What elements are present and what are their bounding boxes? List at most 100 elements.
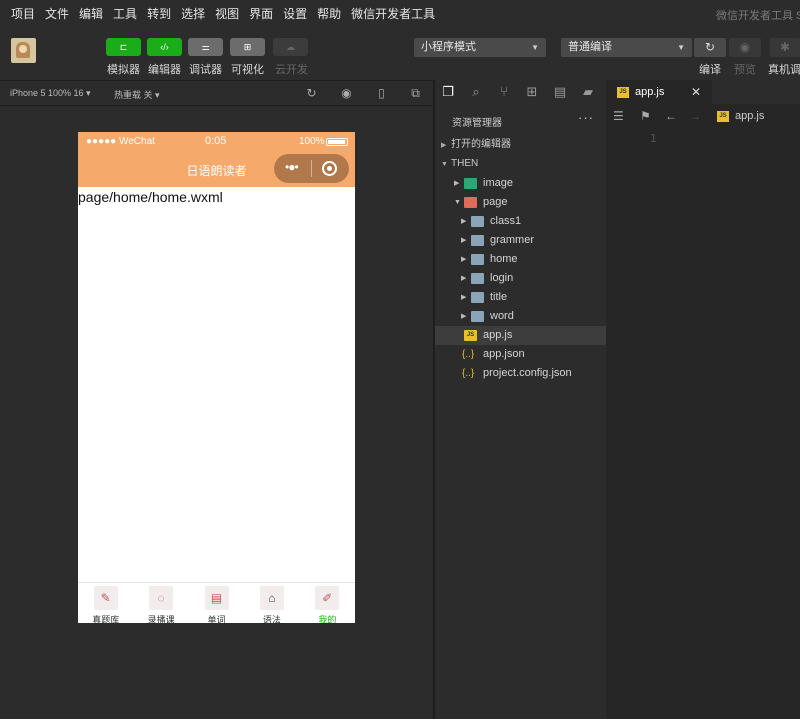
battery-icon (326, 138, 348, 146)
compile-select[interactable]: 普通编译 ▼ (561, 38, 692, 57)
tree-item-label: page (483, 196, 508, 208)
tree-item-class1[interactable]: ▶ class1 (435, 212, 607, 231)
tree-item-project-config[interactable]: {..} project.config.json (435, 364, 607, 383)
folder-icon (471, 273, 484, 284)
docker-icon[interactable]: ▰ (580, 84, 596, 100)
lightbulb-icon: ◌ (149, 586, 174, 610)
storage-icon[interactable]: ▤ (552, 84, 568, 100)
tab-question-bank[interactable]: ✎ 真题库 (78, 583, 133, 623)
realdevice-button[interactable]: ✱ (770, 38, 800, 57)
tab-icon-glyph: ⌂ (268, 591, 276, 605)
menu-item-tools[interactable]: 工具 (113, 5, 137, 22)
preview-button[interactable]: ◉ (729, 38, 761, 57)
device-select[interactable]: iPhone 5 100% 16 ▾ (10, 88, 91, 99)
hotreload-select[interactable]: 热重载 关 ▾ (114, 88, 160, 101)
main-toolbar: ⊏ 模拟器 ‹/› 编辑器 ⚌ 调试器 ⊞ 可视化 ☁ 云开发 小程序模式 ▼ … (0, 26, 800, 80)
realdevice-label: 真机调 (768, 64, 800, 76)
avatar-face (19, 45, 27, 53)
explorer-title: 资源管理器 (452, 118, 502, 129)
chevron-right-icon: ▶ (454, 180, 460, 187)
menu-item-help[interactable]: 帮助 (317, 5, 341, 22)
tab-icon-glyph: ◌ (157, 591, 165, 605)
editor-breadcrumb: ☰ ⚑ ← → JS app.js (606, 104, 800, 128)
menu-item-project[interactable]: 项目 (11, 5, 35, 22)
tree-item-title[interactable]: ▶ title (435, 288, 607, 307)
editor-button[interactable]: ‹/› (147, 38, 182, 56)
page-path-text: page/home/home.wxml (78, 189, 223, 205)
extensions-icon[interactable]: ⊞ (524, 84, 540, 100)
chevron-down-icon: ▼ (531, 43, 539, 52)
folder-icon (471, 292, 484, 303)
tab-mine[interactable]: ✐ 我的 (300, 583, 355, 623)
preview-label: 预览 (734, 64, 756, 76)
debugger-label: 调试器 (189, 64, 222, 76)
chevron-right-icon: ▶ (461, 237, 467, 244)
editor-tabs: JS app.js ✕ (606, 80, 800, 104)
record-icon[interactable]: ◉ (340, 87, 353, 100)
tree-item-app-js[interactable]: JS app.js (435, 326, 607, 345)
graduation-cap-icon: ⌂ (259, 586, 284, 610)
json-file-icon: {..} (462, 368, 475, 379)
carrier-text: ●●●●● WeChat (86, 136, 155, 147)
list-icon[interactable]: ☰ (613, 109, 624, 123)
chevron-right-icon: ▶ (461, 256, 467, 263)
tab-label: 单词 (207, 615, 226, 623)
window-icon[interactable]: ⧉ (409, 87, 422, 100)
search-icon[interactable]: ⌕ (468, 84, 484, 100)
tree-item-label: word (490, 310, 514, 322)
debugger-button[interactable]: ⚌ (188, 38, 223, 56)
source-control-icon[interactable]: ⑂ (496, 84, 512, 100)
eye-icon: ◉ (739, 40, 751, 54)
cloud-label: 云开发 (275, 64, 308, 76)
tab-recorded-course[interactable]: ◌ 录播课 (133, 583, 188, 623)
menu-item-interface[interactable]: 界面 (249, 5, 273, 22)
editor-tab-app-js[interactable]: JS app.js ✕ (606, 80, 712, 104)
tree-item-grammer[interactable]: ▶ grammer (435, 231, 607, 250)
menu-item-view[interactable]: 视图 (215, 5, 239, 22)
open-editors-section[interactable]: ▶ 打开的编辑器 (435, 136, 607, 154)
visual-button[interactable]: ⊞ (230, 38, 265, 56)
compile-button[interactable]: ↻ (694, 38, 726, 57)
menu-item-settings[interactable]: 设置 (283, 5, 307, 22)
battery-text: 100% (299, 136, 325, 147)
chevron-down-icon: ▼ (677, 43, 685, 52)
menu-item-edit[interactable]: 编辑 (79, 5, 103, 22)
close-icon[interactable]: ✕ (691, 85, 701, 99)
tab-vocabulary[interactable]: ▤ 单词 (189, 583, 244, 623)
more-actions-icon[interactable]: ··· (578, 110, 594, 125)
menu-item-goto[interactable]: 转到 (147, 5, 171, 22)
tree-item-login[interactable]: ▶ login (435, 269, 607, 288)
tree-item-word[interactable]: ▶ word (435, 307, 607, 326)
tree-item-label: app.js (483, 329, 513, 341)
tree-item-app-json[interactable]: {..} app.json (435, 345, 607, 364)
back-arrow-icon[interactable]: ← (665, 109, 677, 123)
tree-item-label: home (490, 253, 518, 265)
tab-label: 我的 (318, 615, 337, 623)
avatar[interactable] (11, 38, 36, 63)
tree-item-home[interactable]: ▶ home (435, 250, 607, 269)
open-editors-label: 打开的编辑器 (451, 139, 511, 150)
phone-icon[interactable]: ▯ (375, 87, 388, 100)
simulator-toolbar: iPhone 5 100% 16 ▾ 热重载 关 ▾ ↻ ◉ ▯ ⧉ (0, 80, 433, 106)
menu-item-select[interactable]: 选择 (181, 5, 205, 22)
project-section[interactable]: ▼ THEN (435, 155, 607, 173)
menu-item-devtools[interactable]: 微信开发者工具 (351, 5, 435, 22)
cloud-button[interactable]: ☁ (273, 38, 308, 56)
forward-arrow-icon[interactable]: → (689, 109, 701, 123)
tab-grammar[interactable]: ⌂ 语法 (244, 583, 299, 623)
simulator-button[interactable]: ⊏ (106, 38, 141, 56)
tree-item-page[interactable]: ▼ page (435, 193, 607, 212)
code-icon: ‹/› (160, 42, 169, 52)
menu-capsule[interactable]: •●• (274, 154, 349, 183)
mode-select[interactable]: 小程序模式 ▼ (414, 38, 546, 57)
bookmark-icon[interactable]: ⚑ (640, 109, 651, 123)
breadcrumb-file[interactable]: app.js (735, 110, 764, 122)
close-miniprogram-icon[interactable] (322, 161, 337, 176)
more-dots-icon[interactable]: •●• (285, 160, 299, 174)
menu-item-file[interactable]: 文件 (45, 5, 69, 22)
tree-item-label: class1 (490, 215, 522, 227)
rotate-icon[interactable]: ↻ (305, 87, 318, 100)
tree-item-image[interactable]: ▶ image (435, 174, 607, 193)
tree-item-label: grammer (490, 234, 535, 246)
files-icon[interactable]: ❐ (440, 84, 456, 100)
